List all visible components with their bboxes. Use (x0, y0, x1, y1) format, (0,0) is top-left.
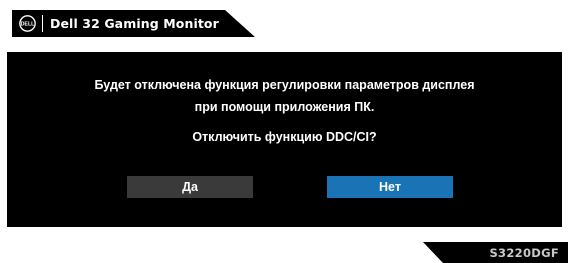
dialog-message-line1: Будет отключена функция регулировки пара… (94, 78, 475, 92)
yes-button[interactable]: Да (127, 176, 253, 198)
model-name: S3220DGF (489, 246, 559, 260)
svg-text:DELL: DELL (21, 22, 36, 28)
model-badge: S3220DGF (423, 242, 568, 263)
osd-header: DELL Dell 32 Gaming Monitor (12, 10, 255, 37)
header-divider (42, 15, 43, 32)
no-button[interactable]: Нет (327, 176, 453, 198)
dell-logo-icon: DELL (19, 15, 36, 32)
dialog-message-line2: при помощи приложения ПК. (194, 100, 375, 114)
ddc-ci-dialog: Будет отключена функция регулировки пара… (7, 52, 562, 227)
dialog-question: Отключить функцию DDC/CI? (192, 130, 377, 144)
monitor-title: Dell 32 Gaming Monitor (50, 16, 219, 31)
